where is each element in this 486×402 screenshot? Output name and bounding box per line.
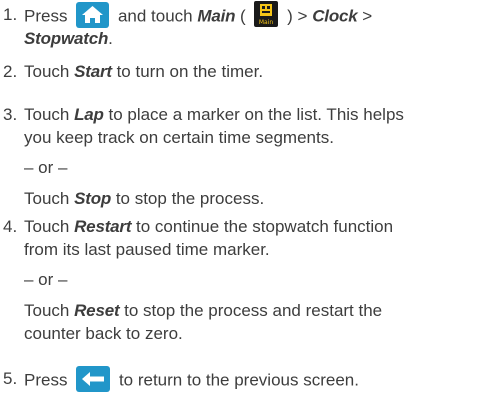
start-label: Start [74, 62, 112, 81]
step-text: to turn on the timer. [116, 62, 264, 81]
step-text: Press [24, 370, 68, 390]
step-text: to return to the previous screen. [118, 370, 359, 390]
back-arrow-icon [76, 366, 111, 392]
step-text: from its last paused time marker. [24, 240, 270, 259]
step-text: to continue the stopwatch function [136, 217, 394, 236]
step-text: counter back to zero. [24, 324, 183, 343]
step-2: 2. Touch Start to turn on the timer. [0, 61, 480, 83]
step-text: and touch [117, 6, 193, 26]
stop-label: Stop [74, 189, 112, 208]
step-text: Touch [24, 105, 70, 124]
reset-label: Reset [74, 301, 120, 320]
step-text: ( [240, 6, 246, 26]
menu-path-stopwatch: Stopwatch [24, 29, 109, 48]
step-text: Touch [24, 301, 70, 320]
step-text: . [108, 29, 113, 48]
step-1: 1. Press and touch Main ( Main ) > Clock… [0, 1, 480, 54]
step-number: 1. [3, 5, 18, 24]
menu-path-main: Main [197, 6, 236, 26]
step-number: 5. [3, 369, 18, 388]
step-text: Touch [24, 62, 70, 81]
step-number: 3. [3, 105, 18, 124]
step-number: 2. [3, 62, 18, 81]
step-4: 4. Touch Restart to continue the stopwat… [0, 216, 480, 356]
step-5: 5. Press to return to the previous scree… [0, 366, 480, 396]
step-number: 4. [3, 217, 18, 236]
step-text: to stop the process. [115, 189, 265, 208]
step-text: ) > [287, 6, 308, 26]
step-text: > [362, 6, 373, 26]
step-3: 3. Touch Lap to place a marker on the li… [0, 104, 480, 234]
main-icon-label: Main [259, 19, 274, 26]
home-icon [76, 2, 110, 28]
or-separator: – or – [24, 270, 68, 289]
menu-path-clock: Clock [312, 6, 358, 26]
step-text: Press [24, 6, 68, 26]
step-text: to place a marker on the list. This help… [108, 105, 404, 124]
step-text: to stop the process and restart the [124, 301, 383, 320]
step-text: Touch [24, 189, 70, 208]
instruction-page: 1. Press and touch Main ( Main ) > Clock… [0, 0, 486, 402]
step-text: you keep track on certain time segments. [24, 128, 334, 147]
restart-label: Restart [74, 217, 132, 236]
or-separator: – or – [24, 158, 68, 177]
main-menu-icon: Main [254, 1, 279, 27]
lap-label: Lap [74, 105, 104, 124]
step-text: Touch [24, 217, 70, 236]
